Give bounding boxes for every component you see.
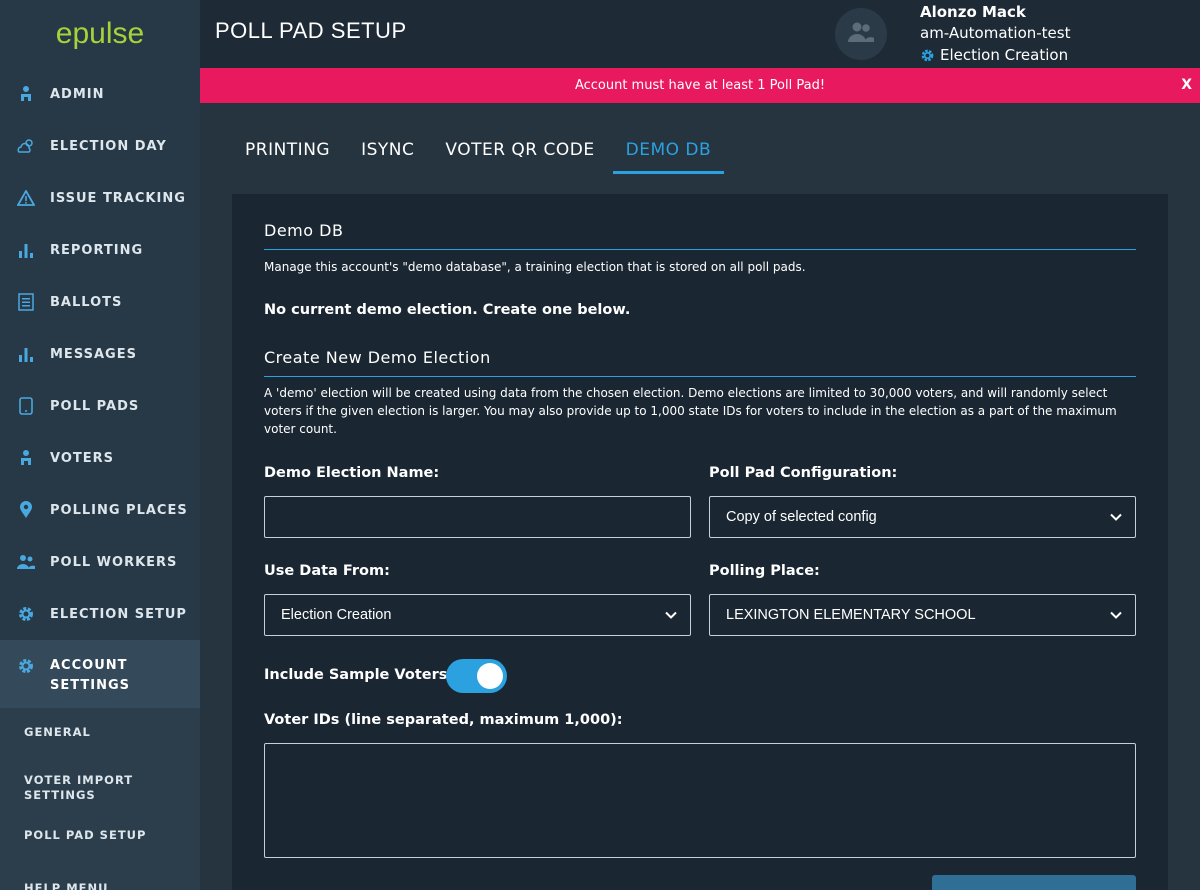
avatar[interactable] [835,8,887,60]
demo-db-title: Demo DB [264,221,344,240]
poll-pad-config-select[interactable]: Copy of selected config [709,496,1136,538]
tab-isync[interactable]: ISYNC [348,130,427,174]
nav-admin[interactable]: ADMIN [0,68,200,120]
sidebar: epulse ADMIN ELECTION DAY ISSUE TRACKING… [0,0,200,890]
gear-icon [920,48,935,63]
gear-icon [16,604,36,624]
warning-icon [16,188,36,208]
create-demo-description: A 'demo' election will be created using … [264,386,1117,436]
demo-name-input[interactable] [264,496,691,538]
nav-election-setup[interactable]: ELECTION SETUP [0,588,200,640]
toggle-knob [477,663,503,689]
subnav-voter-import-settings[interactable]: VOTER IMPORT SETTINGS [0,756,140,820]
voter-ids-textarea[interactable] [264,743,1136,858]
nav-reporting[interactable]: REPORTING [0,224,200,276]
user-name: Alonzo Mack [920,3,1026,21]
chevron-down-icon [664,608,678,622]
chevron-down-icon [1109,608,1123,622]
create-demo-button[interactable] [932,875,1136,890]
sample-voters-toggle[interactable] [446,659,507,693]
user-info: Alonzo Mack am-Automation-test Election … [920,2,1070,66]
nav-account-settings[interactable]: ACCOUNT SETTINGS [0,640,200,708]
create-demo-title: Create New Demo Election [264,348,491,367]
bar-chart-icon [16,344,36,364]
nav-poll-pads[interactable]: POLL PADS [0,380,200,432]
demo-db-panel: Demo DB Manage this account's "demo data… [232,194,1168,890]
current-election-label: Election Creation [940,46,1069,64]
nav-poll-workers[interactable]: POLL WORKERS [0,536,200,588]
map-pin-icon [16,500,36,520]
tablet-icon [16,396,36,416]
people-icon [16,448,36,468]
poll-pad-config-label: Poll Pad Configuration: [709,465,898,481]
polling-place-select[interactable]: LEXINGTON ELEMENTARY SCHOOL [709,594,1136,636]
top-header: POLL PAD SETUP Alonzo Mack am-Automation… [200,0,1200,68]
page-title: POLL PAD SETUP [215,18,407,43]
setup-tabs: PRINTING ISYNC VOTER QR CODE DEMO DB [232,130,729,174]
tab-printing[interactable]: PRINTING [232,130,343,174]
nav-messages[interactable]: MESSAGES [0,328,200,380]
alert-banner: Account must have at least 1 Poll Pad! X [200,68,1200,103]
ballot-icon [16,292,36,312]
current-election[interactable]: Election Creation [920,44,1070,66]
demo-name-label: Demo Election Name: [264,465,440,481]
subnav-help-menu[interactable]: HELP MENU [0,850,200,890]
users-icon [847,21,875,47]
polling-place-label: Polling Place: [709,563,820,579]
subnav-poll-pad-setup[interactable]: POLL PAD SETUP [0,820,200,850]
nav-issue-tracking[interactable]: ISSUE TRACKING [0,172,200,224]
subnav-general[interactable]: GENERAL [0,708,200,756]
bar-chart-icon [16,240,36,260]
epulse-logo[interactable]: epulse [0,0,200,68]
use-data-from-select[interactable]: Election Creation [264,594,691,636]
nav-voters[interactable]: VOTERS [0,432,200,484]
account-name: am-Automation-test [920,24,1071,42]
nav-ballots[interactable]: BALLOTS [0,276,200,328]
users-icon [16,552,36,572]
tab-demo-db[interactable]: DEMO DB [612,130,725,174]
alert-message: Account must have at least 1 Poll Pad! [574,78,826,93]
divider [264,249,1136,250]
demo-db-status: No current demo election. Create one bel… [264,302,631,318]
nav-election-day[interactable]: ELECTION DAY [0,120,200,172]
cloud-sun-icon [16,136,36,156]
gear-icon [16,656,36,676]
voter-ids-label: Voter IDs (line separated, maximum 1,000… [264,712,623,728]
tab-voter-qr-code[interactable]: VOTER QR CODE [432,130,607,174]
nav-polling-places[interactable]: POLLING PLACES [0,484,200,536]
sample-voters-label: Include Sample Voters [264,667,448,683]
use-data-from-label: Use Data From: [264,563,390,579]
account-settings-subnav: GENERAL VOTER IMPORT SETTINGS POLL PAD S… [0,708,200,890]
divider [264,376,1136,377]
chevron-down-icon [1109,510,1123,524]
close-icon[interactable]: X [1181,77,1192,93]
people-icon [16,84,36,104]
demo-db-description: Manage this account's "demo database", a… [264,260,806,274]
